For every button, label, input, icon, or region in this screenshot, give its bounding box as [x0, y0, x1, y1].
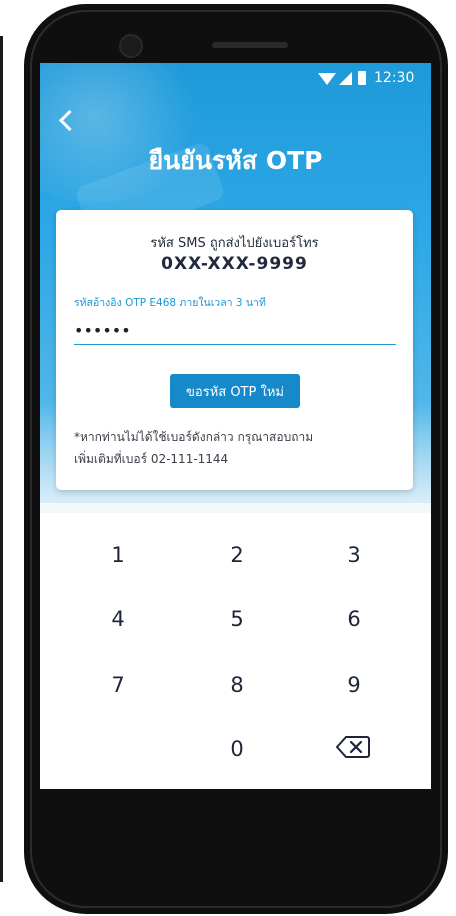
- key-3[interactable]: 3: [314, 535, 394, 575]
- back-button[interactable]: [54, 107, 82, 137]
- sms-sent-text: รหัส SMS ถูกส่งไปยังเบอร์โทร: [150, 236, 319, 251]
- key-8[interactable]: 8: [197, 665, 277, 705]
- signal-icon: [339, 72, 352, 85]
- key-9[interactable]: 9: [314, 665, 394, 705]
- help-note: *หากท่านไม่ได้ใช้เบอร์ดังกล่าว กรุณาสอบถ…: [74, 426, 394, 470]
- key-7[interactable]: 7: [78, 665, 158, 705]
- status-time: 12:30: [374, 70, 415, 86]
- key-5[interactable]: 5: [197, 599, 277, 639]
- key-0[interactable]: 0: [197, 729, 277, 769]
- otp-card: รหัส SMS ถูกส่งไปยังเบอร์โทร 0XX-XXX-999…: [56, 210, 413, 490]
- key-6[interactable]: 6: [314, 599, 394, 639]
- otp-reference-text: รหัสอ้างอิง OTP E468 ภายในเวลา 3 นาที: [74, 297, 266, 309]
- resend-otp-button[interactable]: ขอรหัส OTP ใหม่: [170, 374, 300, 408]
- key-1[interactable]: 1: [78, 535, 158, 575]
- wifi-icon: [318, 73, 336, 85]
- key-2[interactable]: 2: [197, 535, 277, 575]
- earpiece-speaker: [212, 42, 288, 48]
- masked-phone-number: 0XX-XXX-9999: [161, 254, 308, 274]
- page-title: ยืนยันรหัส OTP: [148, 146, 323, 175]
- app-screen: 12:30 ยืนยันรหัส OTP รหัส SMS ถูกส่งไปยั…: [40, 63, 431, 854]
- backspace-key[interactable]: [314, 727, 394, 767]
- battery-icon: [358, 71, 366, 85]
- front-camera: [119, 34, 143, 58]
- otp-input[interactable]: [74, 316, 396, 345]
- help-note-line2: เพิ่มเติมที่เบอร์ 02-111-1144: [74, 452, 229, 466]
- background-edge: [0, 36, 3, 882]
- help-note-line1: *หากท่านไม่ได้ใช้เบอร์ดังกล่าว กรุณาสอบถ…: [74, 430, 314, 444]
- status-bar: 12:30: [40, 63, 431, 95]
- key-4[interactable]: 4: [78, 599, 158, 639]
- backspace-icon: [336, 736, 370, 758]
- navigation-bar: [40, 789, 431, 854]
- chevron-left-icon: [58, 109, 81, 132]
